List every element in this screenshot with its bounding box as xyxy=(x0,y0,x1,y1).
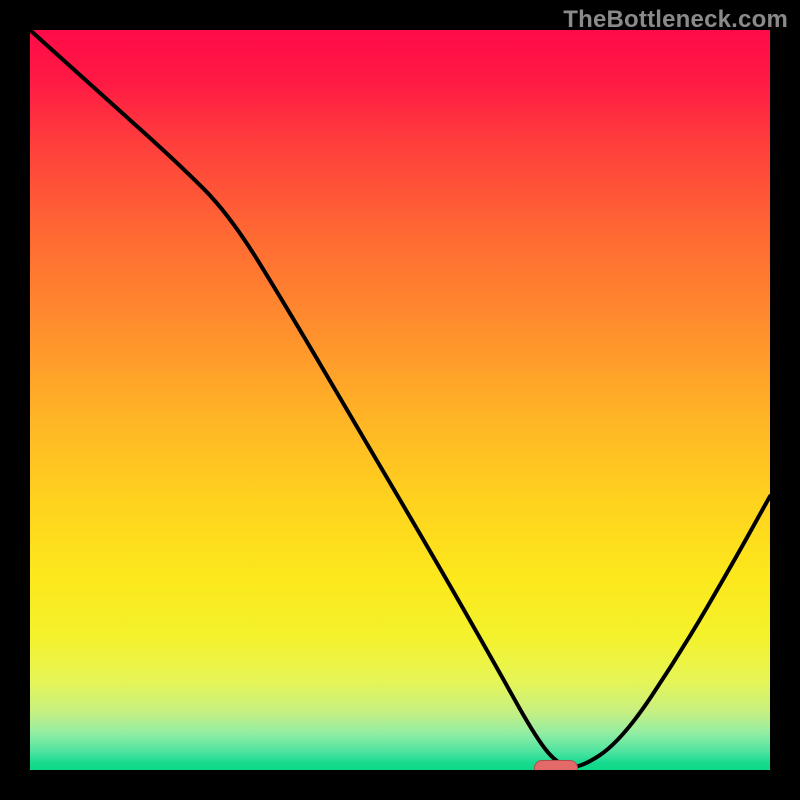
bottleneck-curve xyxy=(30,30,770,770)
chart-frame: TheBottleneck.com xyxy=(0,0,800,800)
plot-area xyxy=(30,30,770,770)
watermark-label: TheBottleneck.com xyxy=(563,6,788,34)
optimal-marker xyxy=(534,760,578,770)
